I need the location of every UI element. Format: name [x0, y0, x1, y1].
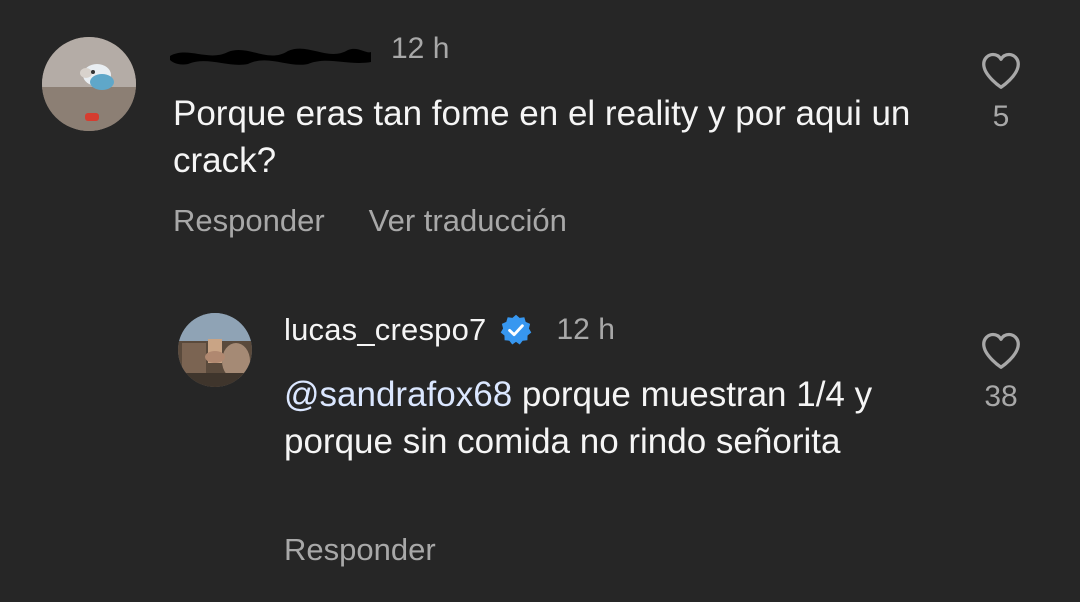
mention-link[interactable]: @sandrafox68 — [284, 375, 512, 414]
reply-reply-button[interactable]: Responder — [284, 532, 436, 568]
reply-username[interactable]: lucas_crespo7 — [284, 312, 487, 348]
reply-timestamp: 12 h — [556, 313, 615, 346]
comment-body: Porque eras tan fome en el reality y por… — [173, 94, 911, 180]
comment-actions: Responder Ver traducción — [173, 203, 567, 239]
reply-like: 38 — [971, 330, 1031, 414]
comment-timestamp: 12 h — [391, 32, 450, 65]
reply-avatar[interactable] — [178, 313, 252, 387]
reply-button[interactable]: Responder — [173, 203, 325, 239]
reply-like-count: 38 — [984, 380, 1018, 413]
verified-badge-icon — [500, 314, 531, 345]
translate-button[interactable]: Ver traducción — [369, 203, 567, 239]
comment-like-count: 5 — [992, 100, 1010, 133]
reply-body: @sandrafox68 porque muestran 1/4 y porqu… — [284, 371, 904, 465]
commenter-avatar[interactable] — [42, 37, 136, 131]
redacted-username — [170, 48, 371, 65]
comments-thread: 12 h Porque eras tan fome en el reality … — [0, 0, 1080, 602]
reply-actions: Responder — [284, 532, 436, 568]
reply-header: lucas_crespo7 12 h — [284, 312, 615, 348]
comment-header: 12 h — [168, 32, 449, 66]
heart-outline-icon[interactable] — [979, 50, 1023, 90]
heart-outline-icon[interactable] — [979, 330, 1023, 370]
comment-like: 5 — [971, 50, 1031, 134]
